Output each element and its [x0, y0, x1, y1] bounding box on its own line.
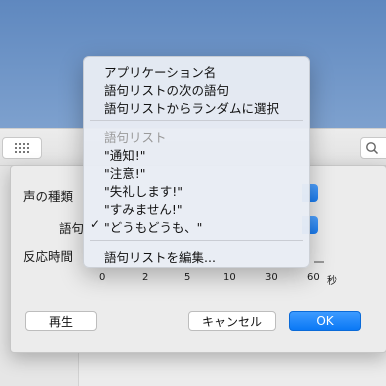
slider-tick-30: 30 [265, 272, 278, 283]
menu-item-phrase[interactable]: "すみません!" [104, 199, 183, 218]
cancel-button[interactable]: キャンセル [188, 311, 276, 331]
phrase-label: 語句 [59, 221, 85, 236]
menu-item-random-phrase[interactable]: 語句リストからランダムに選択 [104, 98, 279, 117]
phrase-popup-menu: アプリケーション名 語句リストの次の語句 語句リストからランダムに選択 語句リス… [83, 56, 310, 268]
menu-section-header: 語句リスト [104, 130, 167, 145]
checkmark-icon: ✓ [90, 217, 101, 231]
menu-item-phrase[interactable]: "通知!" [104, 145, 146, 164]
menu-item-edit-list[interactable]: 語句リストを編集... [104, 247, 216, 266]
menu-item-app-name[interactable]: アプリケーション名 [104, 62, 216, 81]
voice-type-label: 声の種類 [23, 189, 74, 204]
slider-unit: 秒 [327, 276, 337, 287]
search-field[interactable] [360, 137, 386, 159]
play-button[interactable]: 再生 [25, 311, 97, 331]
search-icon [366, 142, 379, 155]
slider-tick-0: 0 [99, 272, 106, 283]
menu-item-phrase-selected[interactable]: "どうもどうも、" [104, 217, 202, 236]
menu-item-phrase[interactable]: "失礼します!" [104, 181, 183, 200]
slider-tick-2: 2 [142, 272, 149, 283]
slider-tick-10: 10 [223, 272, 236, 283]
menu-item-next-phrase[interactable]: 語句リストの次の語句 [104, 80, 229, 99]
menu-item-phrase[interactable]: "注意!" [104, 163, 146, 182]
slider-tick-5: 5 [184, 272, 191, 283]
reaction-time-label: 反応時間 [23, 249, 74, 264]
menu-separator [90, 120, 303, 121]
grid-icon [14, 142, 30, 154]
show-all-button[interactable] [2, 137, 42, 159]
slider-tick-60: 60 [307, 272, 320, 283]
reaction-time-slider[interactable] [314, 261, 324, 265]
menu-separator [90, 240, 303, 241]
ok-button[interactable]: OK [289, 311, 361, 331]
